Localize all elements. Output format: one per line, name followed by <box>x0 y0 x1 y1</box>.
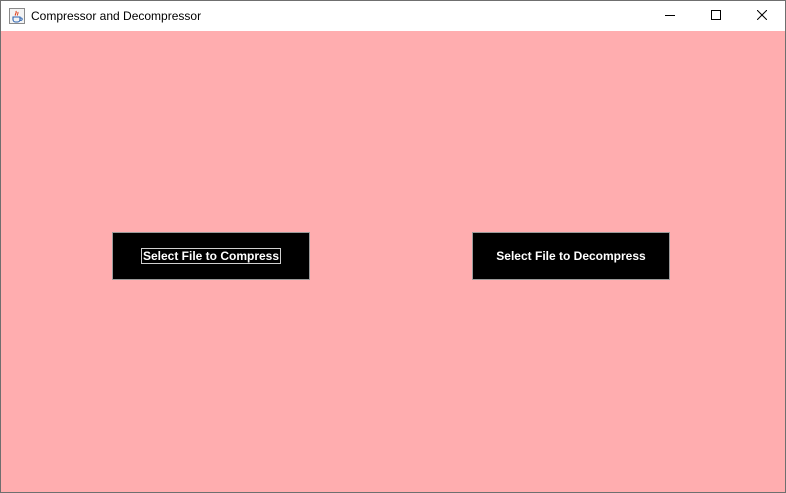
content-panel: Select File to Compress Select File to D… <box>1 31 785 492</box>
minimize-button[interactable] <box>647 1 693 31</box>
minimize-icon <box>665 7 675 25</box>
decompress-button-label: Select File to Decompress <box>496 249 646 263</box>
select-file-to-compress-button[interactable]: Select File to Compress <box>112 232 310 280</box>
close-icon <box>756 7 768 25</box>
close-button[interactable] <box>739 1 785 31</box>
maximize-icon <box>711 7 721 25</box>
select-file-to-decompress-button[interactable]: Select File to Decompress <box>472 232 670 280</box>
app-window: Compressor and Decompressor Select File … <box>0 0 786 493</box>
compress-button-label: Select File to Compress <box>140 248 282 264</box>
window-title: Compressor and Decompressor <box>31 9 202 23</box>
maximize-button[interactable] <box>693 1 739 31</box>
java-cup-icon[interactable] <box>9 8 25 24</box>
title-bar[interactable]: Compressor and Decompressor <box>1 1 785 31</box>
